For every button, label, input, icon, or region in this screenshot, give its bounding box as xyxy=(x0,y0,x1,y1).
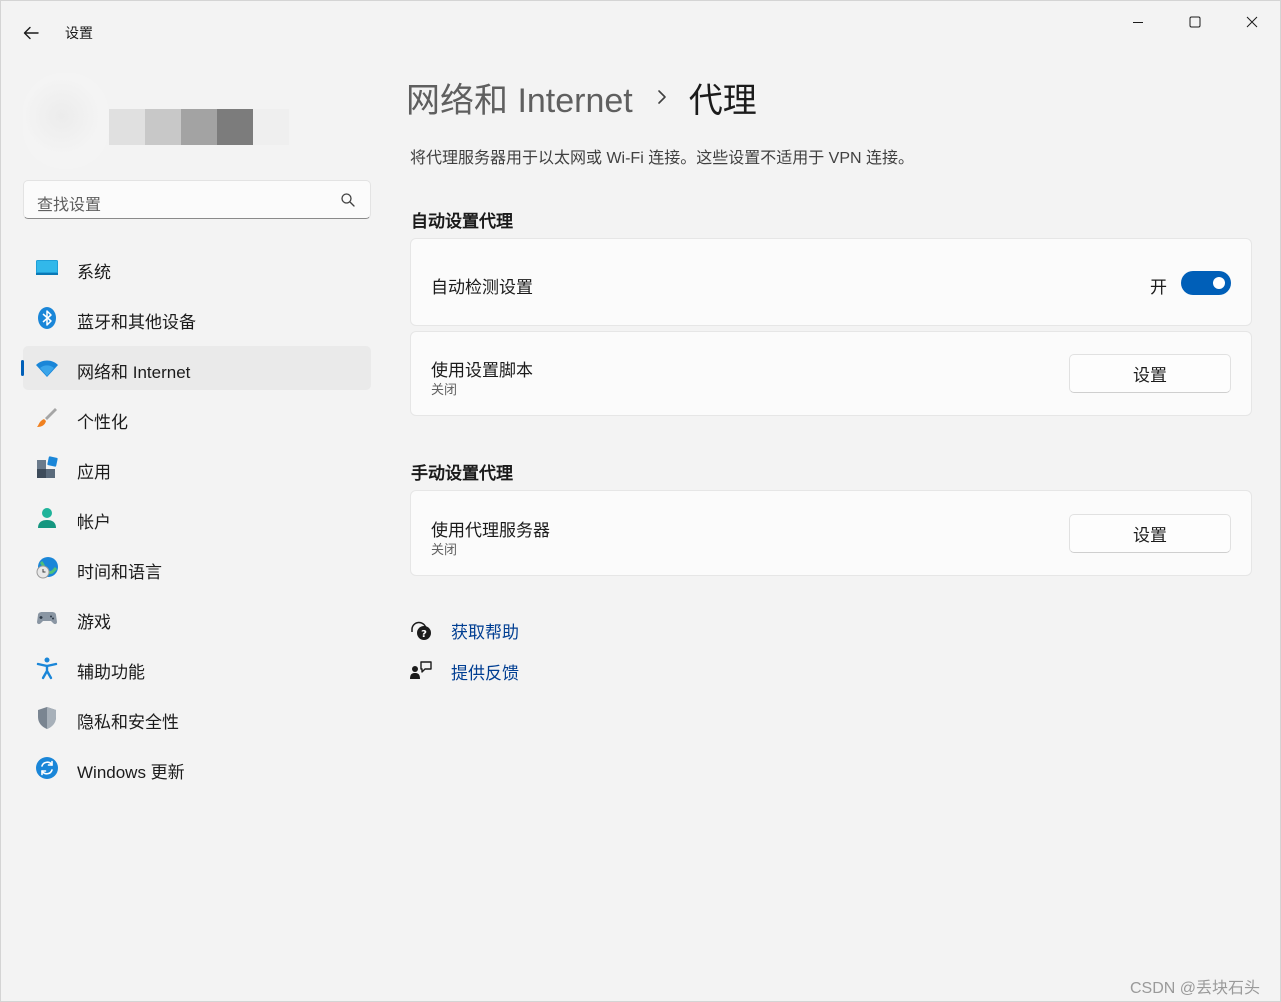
sidebar-item-system[interactable]: 系统 xyxy=(23,246,371,290)
page-description: 将代理服务器用于以太网或 Wi-Fi 连接。这些设置不适用于 VPN 连接。 xyxy=(410,150,914,167)
close-icon xyxy=(1246,16,1258,28)
breadcrumb: 网络和 Internet 代理 xyxy=(406,73,757,121)
globe-clock-icon xyxy=(36,557,58,579)
svg-text:?: ? xyxy=(421,629,427,640)
auto-detect-toggle[interactable] xyxy=(1181,271,1231,295)
proxy-server-card: 使用代理服务器 关闭 设置 xyxy=(410,490,1252,576)
give-feedback-label: 提供反馈 xyxy=(451,663,519,683)
auto-detect-label: 自动检测设置 xyxy=(431,278,533,297)
bluetooth-icon xyxy=(38,307,56,329)
user-profile[interactable] xyxy=(23,73,353,169)
monitor-icon xyxy=(36,260,58,275)
watermark: CSDN @丢块石头 xyxy=(1130,980,1261,997)
sidebar-item-label: 蓝牙和其他设备 xyxy=(77,313,196,332)
help-icon: ? xyxy=(411,621,431,640)
avatar xyxy=(23,73,109,169)
sidebar-item-label: 帐户 xyxy=(77,513,111,532)
toggle-knob xyxy=(1213,277,1225,289)
auto-detect-card: 自动检测设置 开 xyxy=(410,238,1252,326)
sidebar-item-label: 游戏 xyxy=(77,613,111,632)
sidebar-item-apps[interactable]: 应用 xyxy=(23,446,371,490)
sidebar-item-gaming[interactable]: 游戏 xyxy=(23,596,371,640)
feedback-icon xyxy=(410,661,432,679)
back-button[interactable] xyxy=(15,19,47,47)
sidebar-item-label: 网络和 Internet xyxy=(77,363,191,382)
minimize-button[interactable] xyxy=(1115,7,1161,37)
search-icon xyxy=(341,193,355,207)
section-title-manual: 手动设置代理 xyxy=(411,464,513,483)
sidebar-item-time-language[interactable]: 时间和语言 xyxy=(23,546,371,590)
sidebar-item-label: Windows 更新 xyxy=(77,763,185,782)
breadcrumb-parent-link[interactable]: 网络和 Internet xyxy=(406,73,633,122)
sidebar-item-personalization[interactable]: 个性化 xyxy=(23,396,371,440)
back-arrow-icon xyxy=(23,26,39,40)
give-feedback-link[interactable]: 提供反馈 xyxy=(409,657,519,685)
gamepad-icon xyxy=(37,612,57,625)
sidebar-item-label: 时间和语言 xyxy=(77,563,162,582)
setup-script-status: 关闭 xyxy=(431,382,458,397)
sidebar-item-label: 系统 xyxy=(77,263,111,282)
app-title: 设置 xyxy=(65,25,93,41)
close-button[interactable] xyxy=(1229,7,1275,37)
wifi-icon xyxy=(36,360,58,377)
maximize-button[interactable] xyxy=(1172,7,1218,37)
apps-icon xyxy=(37,456,58,478)
search-input[interactable]: 查找设置 xyxy=(23,180,371,219)
minimize-icon xyxy=(1133,22,1143,23)
setup-script-label: 使用设置脚本 xyxy=(431,361,533,380)
sidebar-item-label: 应用 xyxy=(77,463,111,482)
chevron-right-icon xyxy=(657,87,671,107)
get-help-label: 获取帮助 xyxy=(451,622,519,642)
shield-icon xyxy=(38,707,56,729)
user-name-blurred xyxy=(109,109,289,145)
sidebar-item-windows-update[interactable]: Windows 更新 xyxy=(23,746,371,790)
sidebar-item-label: 辅助功能 xyxy=(77,663,145,682)
title-bar: 设置 xyxy=(1,1,1280,49)
sidebar-item-accessibility[interactable]: 辅助功能 xyxy=(23,646,371,690)
get-help-link[interactable]: ? 获取帮助 xyxy=(409,616,519,644)
brush-icon xyxy=(37,408,57,427)
sidebar-item-network[interactable]: 网络和 Internet xyxy=(21,346,371,390)
page-title: 代理 xyxy=(688,81,757,120)
search-placeholder: 查找设置 xyxy=(37,197,102,214)
account-icon xyxy=(38,508,56,528)
proxy-server-button[interactable]: 设置 xyxy=(1069,514,1231,553)
accessibility-icon xyxy=(36,657,58,680)
sidebar-item-label: 个性化 xyxy=(77,413,128,432)
setup-script-card: 使用设置脚本 关闭 设置 xyxy=(410,331,1252,416)
sidebar-item-label: 隐私和安全性 xyxy=(77,713,179,732)
proxy-server-status: 关闭 xyxy=(431,542,458,557)
section-title-auto: 自动设置代理 xyxy=(411,212,513,231)
update-icon xyxy=(36,757,58,779)
sidebar-nav: 系统 蓝牙和其他设备 网络和 Internet 个性化 应用 帐户 时间和语言 … xyxy=(21,246,371,796)
settings-window: 设置 查找设置 系统 蓝牙和其他设备 网络和 Internet 个性化 应用 帐… xyxy=(0,0,1281,1002)
sidebar-item-accounts[interactable]: 帐户 xyxy=(23,496,371,540)
sidebar-item-privacy[interactable]: 隐私和安全性 xyxy=(23,696,371,740)
proxy-server-label: 使用代理服务器 xyxy=(431,521,550,540)
toggle-state-label: 开 xyxy=(1150,278,1167,297)
sidebar-item-bluetooth[interactable]: 蓝牙和其他设备 xyxy=(23,296,371,340)
setup-script-button[interactable]: 设置 xyxy=(1069,354,1231,393)
maximize-icon xyxy=(1189,16,1201,28)
